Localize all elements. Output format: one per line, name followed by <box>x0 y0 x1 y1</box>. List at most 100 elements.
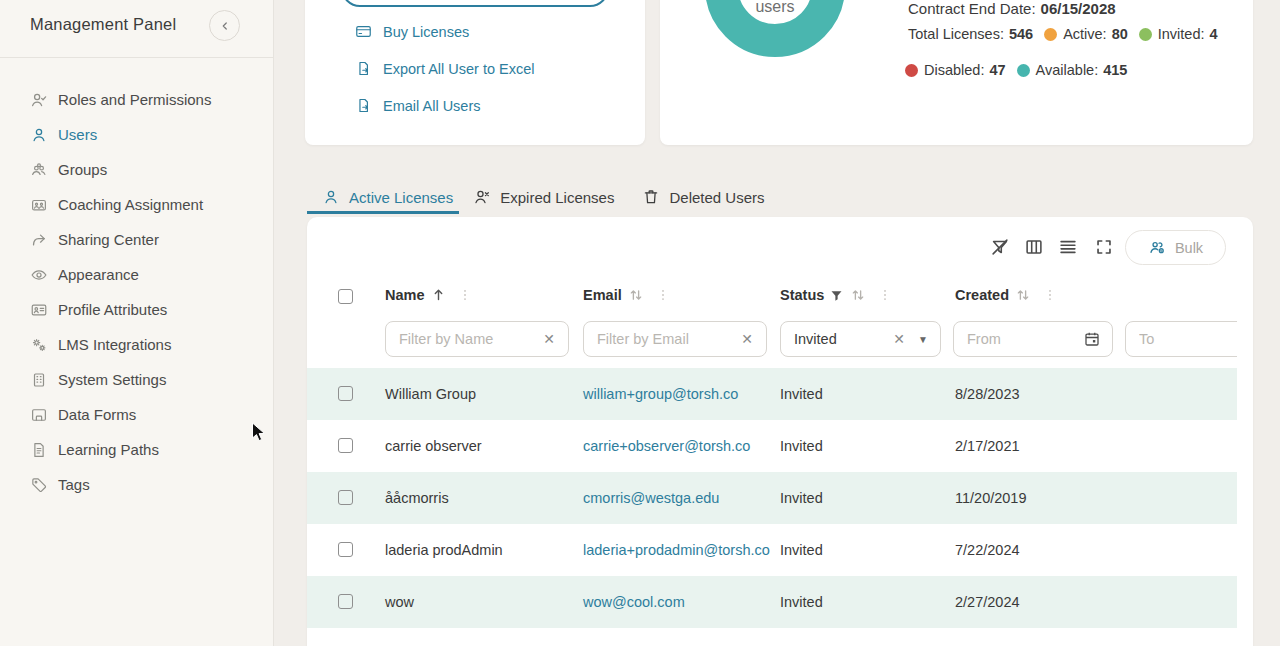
column-header-name[interactable]: Name <box>385 286 472 303</box>
sidebar-item-data-forms[interactable]: Data Forms <box>0 397 273 432</box>
select-all-checkbox[interactable] <box>338 289 353 304</box>
sidebar-item-system-settings[interactable]: System Settings <box>0 362 273 397</box>
cell-name: ååcmorris <box>385 490 449 506</box>
cell-email[interactable]: william+group@torsh.co <box>583 386 738 402</box>
sidebar-item-roles-and-permissions[interactable]: Roles and Permissions <box>0 82 273 117</box>
user-check-icon <box>30 91 48 109</box>
management-panel-page: Management Panel Roles and Permissions U… <box>0 0 1280 646</box>
sidebar-item-coaching-assignment[interactable]: Coaching Assignment <box>0 187 273 222</box>
column-label: Email <box>583 287 622 303</box>
table-row[interactable]: laderia prodAdmin laderia+prodadmin@tors… <box>307 524 1237 576</box>
clear-icon[interactable]: ✕ <box>728 331 766 347</box>
row-checkbox[interactable] <box>338 542 353 557</box>
email-filter-input[interactable] <box>584 331 728 347</box>
table-viewport: Name Email Status Created <box>307 217 1237 646</box>
license-stats-line-2: Disabled: 47 Available: 415 <box>905 62 1138 78</box>
email-all-users-link[interactable]: Email All Users <box>355 97 481 114</box>
created-to-input[interactable] <box>1126 331 1237 347</box>
cell-created: 7/22/2024 <box>955 542 1020 558</box>
license-tabs: Active Licenses Expired Licenses Deleted… <box>307 183 779 214</box>
credit-card-icon <box>355 23 372 40</box>
trash-icon <box>642 188 660 206</box>
building-icon <box>30 371 48 389</box>
sidebar-item-label: LMS Integrations <box>58 336 171 353</box>
share-arrow-icon <box>30 231 48 249</box>
buy-licenses-link[interactable]: Buy Licenses <box>355 23 469 40</box>
clear-icon[interactable]: ✕ <box>530 331 568 347</box>
tab-deleted-users[interactable]: Deleted Users <box>628 183 778 214</box>
export-all-user-link[interactable]: Export All User to Excel <box>355 60 535 77</box>
created-from-field <box>953 321 1113 357</box>
cell-email[interactable]: wow@cool.com <box>583 594 685 610</box>
id-card-icon <box>30 301 48 319</box>
license-stats-line-1: Total Licenses: 546 Active: 80 Invited: … <box>908 26 1229 42</box>
tab-active-licenses[interactable]: Active Licenses <box>307 183 459 214</box>
cell-email[interactable]: cmorris@westga.edu <box>583 490 719 506</box>
window-icon <box>30 406 48 424</box>
cell-created: 8/28/2023 <box>955 386 1020 402</box>
row-checkbox[interactable] <box>338 438 353 453</box>
cell-status: Invited <box>780 438 823 454</box>
cell-status: Invited <box>780 542 823 558</box>
sidebar-item-label: System Settings <box>58 371 166 388</box>
tag-icon <box>30 476 48 494</box>
sidebar-item-groups[interactable]: Groups <box>0 152 273 187</box>
clear-icon[interactable]: ✕ <box>880 331 918 347</box>
sort-icon <box>849 286 867 304</box>
invite-users-button[interactable] <box>341 0 609 7</box>
column-label: Created <box>955 287 1009 303</box>
tab-label: Deleted Users <box>669 189 764 206</box>
user-icon <box>30 126 48 144</box>
sidebar-item-users[interactable]: Users <box>0 117 273 152</box>
cell-status: Invited <box>780 490 823 506</box>
sidebar-item-learning-paths[interactable]: Learning Paths <box>0 432 273 467</box>
active-dot <box>1044 28 1057 41</box>
sidebar-item-label: Data Forms <box>58 406 136 423</box>
column-label: Status <box>780 287 824 303</box>
sidebar-item-tags[interactable]: Tags <box>0 467 273 502</box>
action-link-label: Buy Licenses <box>383 24 469 40</box>
created-from-input[interactable] <box>954 331 1072 347</box>
cell-email[interactable]: carrie+observer@torsh.co <box>583 438 750 454</box>
contract-end-value: 06/15/2028 <box>1041 0 1116 17</box>
row-checkbox[interactable] <box>338 490 353 505</box>
row-checkbox[interactable] <box>338 386 353 401</box>
status-filter-select[interactable]: Invited ✕ ▼ <box>780 321 941 357</box>
sidebar-item-lms-integrations[interactable]: LMS Integrations <box>0 327 273 362</box>
table-row[interactable]: William Group william+group@torsh.co Inv… <box>307 368 1237 420</box>
table-row[interactable]: ååcmorris cmorris@westga.edu Invited 11/… <box>307 472 1237 524</box>
cell-created: 11/20/2019 <box>955 490 1027 506</box>
cell-name: laderia prodAdmin <box>385 542 503 558</box>
sidebar-item-sharing-center[interactable]: Sharing Center <box>0 222 273 257</box>
sidebar-item-appearance[interactable]: Appearance <box>0 257 273 292</box>
caret-down-icon[interactable]: ▼ <box>918 334 940 345</box>
column-header-status[interactable]: Status <box>780 286 892 304</box>
column-header-email[interactable]: Email <box>583 286 670 304</box>
table-row[interactable]: carrie observer carrie+observer@torsh.co… <box>307 420 1237 472</box>
sidebar-title: Management Panel <box>30 15 176 34</box>
sort-icon <box>627 286 645 304</box>
mouse-cursor <box>251 422 266 443</box>
eye-icon <box>30 266 48 284</box>
file-export-icon <box>355 60 372 77</box>
sidebar-item-label: Appearance <box>58 266 139 283</box>
tab-expired-licenses[interactable]: Expired Licenses <box>459 183 628 214</box>
sidebar-item-label: Coaching Assignment <box>58 196 203 213</box>
sidebar-item-profile-attributes[interactable]: Profile Attributes <box>0 292 273 327</box>
cell-email[interactable]: laderia+prodadmin@torsh.co <box>583 542 770 558</box>
table-row[interactable]: wow wow@cool.com Invited 2/27/2024 <box>307 576 1237 628</box>
column-header-created[interactable]: Created <box>955 286 1057 304</box>
row-checkbox[interactable] <box>338 594 353 609</box>
cell-name: William Group <box>385 386 476 402</box>
license-summary-card: users Contract End Date: 06/15/2028 Tota… <box>660 0 1253 145</box>
sidebar-item-label: Users <box>58 126 97 143</box>
stat-available: Available: 415 <box>1017 62 1128 78</box>
calendar-icon[interactable] <box>1072 330 1112 348</box>
created-to-field <box>1125 321 1237 357</box>
sidebar-collapse-button[interactable] <box>209 10 240 41</box>
name-filter-input[interactable] <box>386 331 530 347</box>
disabled-dot <box>905 64 918 77</box>
kebab-menu-icon <box>656 288 670 302</box>
chevron-left-icon <box>219 20 231 32</box>
stat-disabled: Disabled: 47 <box>905 62 1006 78</box>
